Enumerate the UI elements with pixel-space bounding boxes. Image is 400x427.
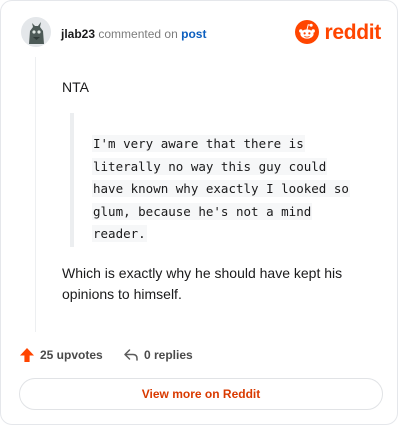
comment-header: jlab23 commented on post xyxy=(61,27,206,41)
quote-line: have known why exactly I looked so xyxy=(92,180,350,197)
blockquote: I'm very aware that there is literally n… xyxy=(70,113,370,247)
view-more-button[interactable]: View more on Reddit xyxy=(19,378,383,410)
upvote-arrow-icon xyxy=(20,348,34,362)
user-avatar-icon xyxy=(21,17,51,47)
quote-text: I'm very aware that there is literally n… xyxy=(92,133,370,246)
embedded-comment-card: jlab23 commented on post reddit NTA I'm … xyxy=(0,0,398,425)
quote-line: literally no way this guy could xyxy=(92,157,328,175)
view-more-label: View more on Reddit xyxy=(141,387,261,401)
upvotes-label: 25 upvotes xyxy=(40,348,103,362)
quote-line: reader. xyxy=(92,225,147,242)
comment-first-line: NTA xyxy=(62,79,89,95)
post-link[interactable]: post xyxy=(181,27,206,41)
action-text: commented on xyxy=(98,27,178,41)
upvotes[interactable]: 25 upvotes xyxy=(19,347,103,363)
comment-second-paragraph: Which is exactly why he should have kept… xyxy=(62,265,343,302)
quote-line: I'm very aware that there is xyxy=(92,135,305,152)
reply-icon xyxy=(124,349,138,361)
reddit-logo[interactable]: reddit xyxy=(295,20,381,44)
reddit-snoo-icon xyxy=(295,20,320,44)
replies[interactable]: 0 replies xyxy=(123,347,193,363)
replies-label: 0 replies xyxy=(144,348,193,362)
thread-line xyxy=(35,57,36,332)
reddit-wordmark: reddit xyxy=(324,20,381,44)
username[interactable]: jlab23 xyxy=(61,27,95,41)
avatar[interactable] xyxy=(21,17,51,47)
quote-line: glum, because he's not a mind xyxy=(92,202,313,220)
